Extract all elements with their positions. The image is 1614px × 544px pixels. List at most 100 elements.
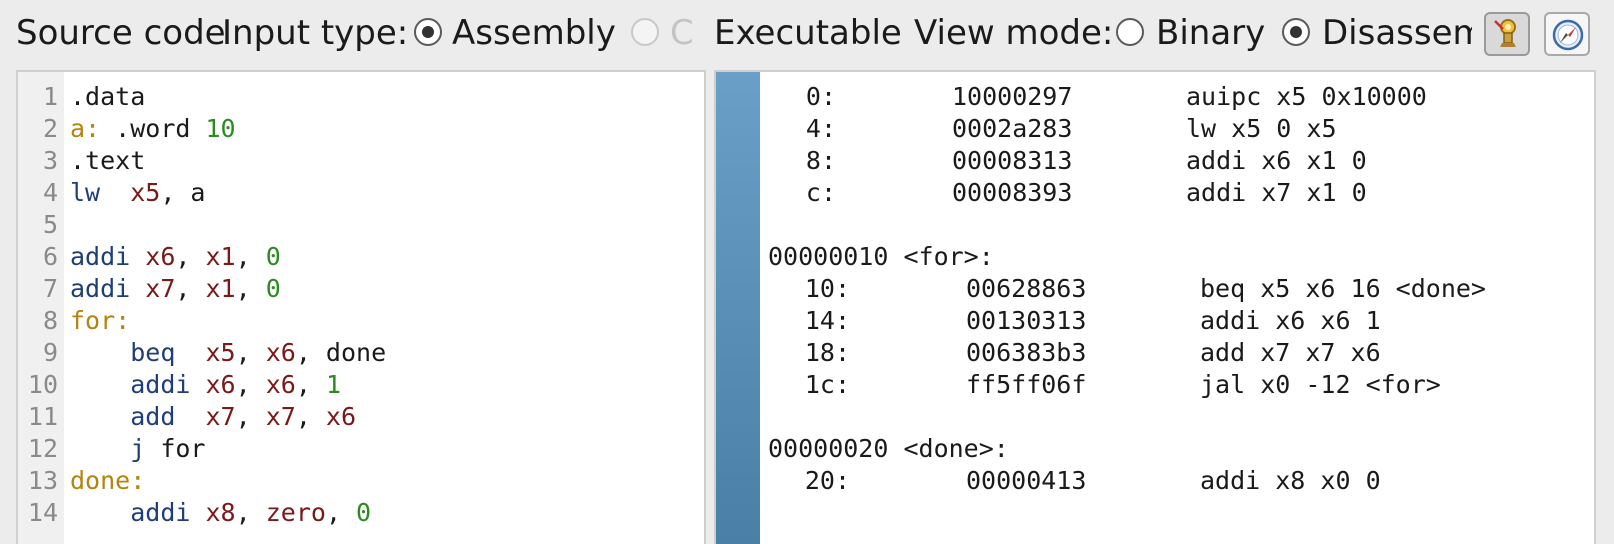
code-token: , — [235, 402, 266, 431]
code-token: addi — [130, 370, 191, 399]
disassembly-symbol-label: 00000020 <done>: — [768, 434, 1009, 463]
code-token: , — [175, 274, 206, 303]
disassembly-view[interactable]: 0: 10000297 auipc x5 0x10000 4: 0002a283 lw x… — [714, 70, 1596, 544]
code-token: 0 — [265, 242, 281, 271]
line-number: 14 — [27, 498, 58, 527]
code-line[interactable]: j for — [70, 433, 205, 465]
disassembly-instruction[interactable]: addi x7 x1 0 — [1186, 177, 1367, 209]
code-token: x7 — [205, 402, 236, 431]
source-code-label: Source code — [16, 13, 226, 53]
code-line[interactable]: addi x6, x1, 0 — [70, 241, 281, 273]
disassembly-address: 20: — [804, 466, 850, 495]
code-token: x1 — [205, 274, 236, 303]
disassembly-hex-word: 00008313 — [952, 146, 1073, 175]
code-token: beq — [130, 338, 176, 367]
code-token: x6 — [205, 370, 236, 399]
code-token: , — [295, 402, 326, 431]
line-number: 5 — [42, 210, 58, 239]
input-type-label: Input type: — [222, 13, 409, 53]
disassembly-hex-word: 0002a283 — [952, 114, 1073, 143]
toolbar: Source code Input type: Assembly C Execu… — [0, 0, 1614, 68]
view-mode-disassembled-radio[interactable] — [1282, 18, 1310, 46]
source-code-editor[interactable]: 1 .data 2 a: .word 10 3 .text 4 lw x5, a 5 6 addi … — [16, 70, 706, 544]
code-token: x5 — [130, 178, 161, 207]
code-token: x8 — [205, 498, 236, 527]
disassembly-instruction[interactable]: jal x0 -12 <for> — [1200, 369, 1441, 401]
code-token: x7 — [145, 274, 176, 303]
line-number: 9 — [42, 338, 58, 367]
code-line[interactable]: .data — [70, 81, 145, 113]
code-token: x6 — [325, 402, 357, 431]
disassembly-address: 18: — [804, 338, 850, 367]
line-number: 8 — [42, 306, 58, 335]
code-token: j — [130, 434, 146, 463]
code-token: add — [130, 402, 176, 431]
disassembly-instruction[interactable]: addi x8 x0 0 — [1200, 465, 1381, 497]
code-token: addi — [70, 242, 131, 271]
code-token: done: — [70, 466, 146, 495]
view-mode-label: View mode: — [914, 13, 1114, 53]
disassembly-instruction[interactable]: auipc x5 0x10000 — [1186, 81, 1427, 113]
code-line[interactable]: addi x8, zero, 0 — [70, 497, 371, 529]
disassembly-address: 14: — [804, 306, 850, 335]
disassembly-hex-word: ff5ff06f — [966, 370, 1087, 399]
input-type-assembly-radio[interactable] — [414, 18, 442, 46]
code-line[interactable]: beq x5, x6, done — [70, 337, 386, 369]
code-token: a: — [70, 114, 101, 143]
code-token: x1 — [205, 242, 236, 271]
disassembly-instruction[interactable]: add x7 x7 x6 — [1200, 337, 1381, 369]
disassembly-symbol-label: 00000010 <for>: — [768, 242, 994, 271]
code-token: .word — [100, 114, 206, 143]
disassembly-hex-word: 00628863 — [966, 274, 1087, 303]
code-line[interactable]: for: — [70, 305, 130, 337]
code-token: x6 — [265, 338, 296, 367]
line-number: 1 — [42, 82, 58, 111]
view-mode-binary-label[interactable]: Binary — [1156, 13, 1265, 53]
follow-program-counter-button[interactable] — [1484, 12, 1530, 56]
disassembly-hex-word: 00130313 — [966, 306, 1087, 335]
code-token: 1 — [325, 370, 341, 399]
code-token: , — [325, 498, 357, 527]
code-token: .text — [70, 146, 146, 175]
code-line[interactable]: addi x7, x1, 0 — [70, 273, 281, 305]
line-number: 13 — [27, 466, 58, 495]
code-token: , — [295, 370, 326, 399]
code-token: , — [175, 242, 206, 271]
input-type-assembly-label[interactable]: Assembly — [452, 13, 616, 53]
code-token: addi — [70, 274, 131, 303]
disassembly-hex-word: 10000297 — [952, 82, 1073, 111]
code-line[interactable]: .text — [70, 145, 145, 177]
line-number: 11 — [27, 402, 58, 431]
code-line[interactable]: a: .word 10 — [70, 113, 236, 145]
code-line[interactable]: lw x5, a — [70, 177, 205, 209]
code-token: , done — [295, 338, 387, 367]
code-line[interactable]: add x7, x7, x6 — [70, 401, 356, 433]
disassembly-address: 1c: — [804, 370, 850, 399]
disassembly-instruction[interactable]: beq x5 x6 16 <done> — [1200, 273, 1486, 305]
code-line[interactable]: addi x6, x6, 1 — [70, 369, 341, 401]
code-token: , — [235, 274, 266, 303]
code-token: zero — [265, 498, 326, 527]
view-mode-binary-radio[interactable] — [1116, 18, 1144, 46]
code-token: x7 — [265, 402, 296, 431]
disassembly-instruction[interactable]: addi x6 x6 1 — [1200, 305, 1381, 337]
disassembly-instruction[interactable]: lw x5 0 x5 — [1186, 113, 1337, 145]
code-token: , — [235, 370, 266, 399]
line-number: 7 — [42, 274, 58, 303]
disassembly-instruction[interactable]: addi x6 x1 0 — [1186, 145, 1367, 177]
compass-button[interactable] — [1544, 12, 1590, 56]
input-type-executable-label[interactable]: Executable ( — [714, 13, 904, 53]
code-token: lw — [70, 178, 101, 207]
code-token: , a — [160, 178, 206, 207]
input-type-c-radio — [631, 18, 659, 46]
line-number: 3 — [42, 146, 58, 175]
code-line[interactable]: done: — [70, 465, 145, 497]
code-token: x6 — [265, 370, 296, 399]
view-mode-disassembled-label[interactable]: Disassembled — [1322, 13, 1472, 53]
